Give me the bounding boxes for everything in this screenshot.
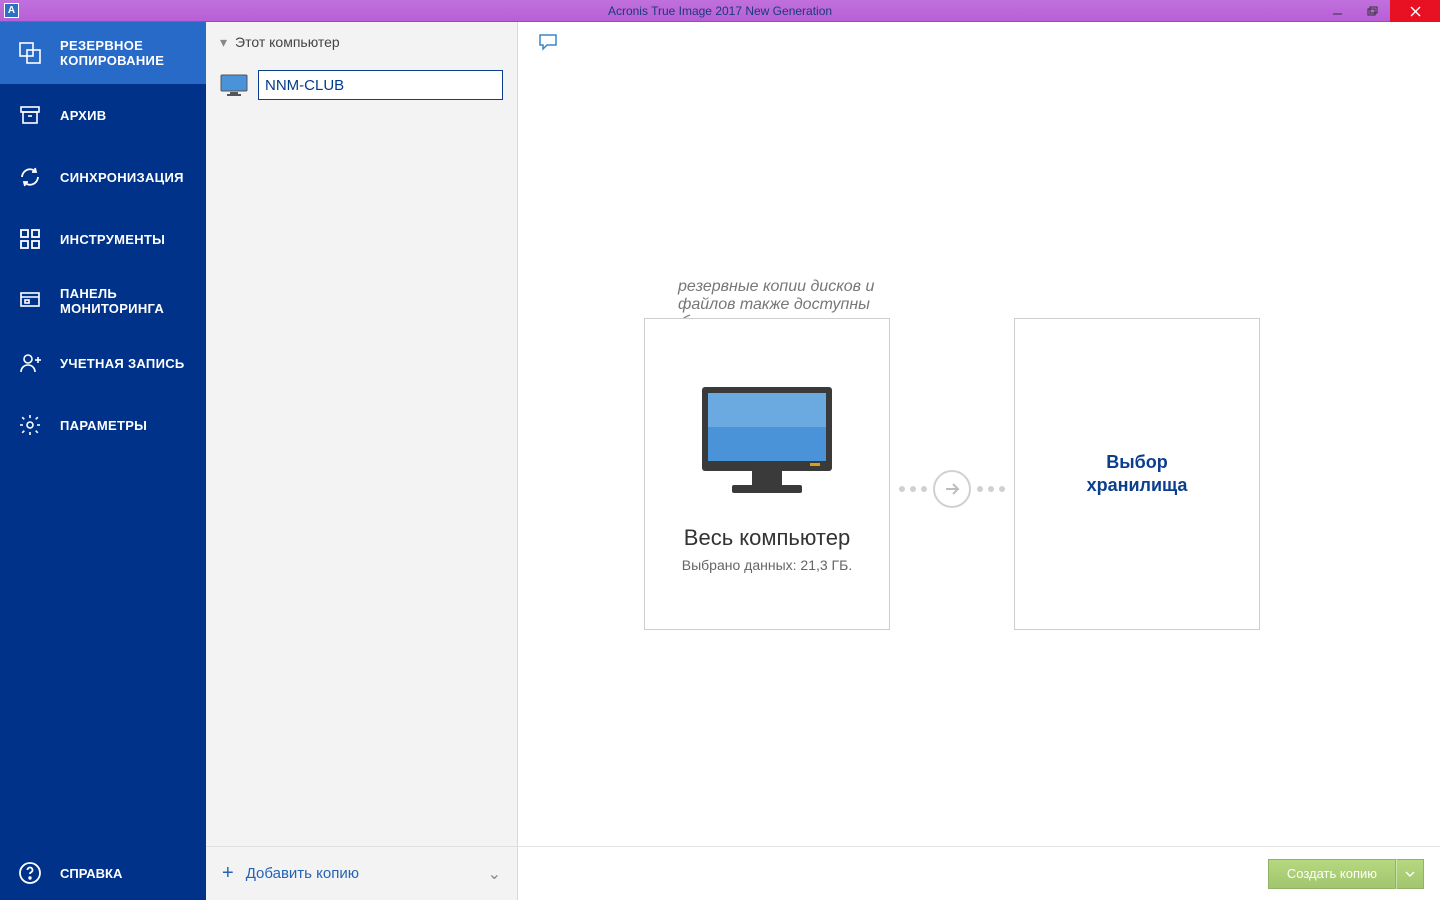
- backup-icon: [18, 41, 42, 65]
- main-footer: Создать копию: [518, 846, 1440, 900]
- main-toolbar: [518, 22, 1440, 62]
- computer-icon: [220, 74, 248, 96]
- chevron-down-icon: ▾: [220, 34, 227, 51]
- window-title: Acronis True Image 2017 New Generation: [0, 4, 1440, 18]
- destination-label: Выборхранилища: [1087, 451, 1188, 498]
- nav-label: ПАНЕЛЬМОНИТОРИНГА: [60, 286, 164, 316]
- backup-list-item[interactable]: [206, 62, 517, 108]
- nav-label: ИНСТРУМЕНТЫ: [60, 232, 165, 247]
- nav-item-sync[interactable]: СИНХРОНИЗАЦИЯ: [0, 146, 206, 208]
- nav-item-archive[interactable]: АРХИВ: [0, 84, 206, 146]
- backup-list-panel: ▾ Этот компьютер + Добавить копию ⌄: [206, 22, 518, 900]
- list-header[interactable]: ▾ Этот компьютер: [206, 22, 517, 62]
- nav-item-dashboard[interactable]: ПАНЕЛЬМОНИТОРИНГА: [0, 270, 206, 332]
- minimize-button[interactable]: [1320, 0, 1355, 22]
- create-backup-dropdown[interactable]: [1396, 859, 1424, 889]
- backup-name-input[interactable]: [258, 70, 503, 100]
- account-icon: [18, 351, 42, 375]
- nav-item-settings[interactable]: ПАРАМЕТРЫ: [0, 394, 206, 456]
- nav-label: УЧЕТНАЯ ЗАПИСЬ: [60, 356, 185, 371]
- computer-illustration-icon: [692, 381, 842, 501]
- help-icon: [18, 861, 42, 885]
- archive-icon: [18, 103, 42, 127]
- nav-label: ПАРАМЕТРЫ: [60, 418, 147, 433]
- nav-help-label: СПРАВКА: [60, 866, 122, 881]
- nav-item-tools[interactable]: ИНСТРУМЕНТЫ: [0, 208, 206, 270]
- nav-label: АРХИВ: [60, 108, 106, 123]
- dashboard-icon: [18, 289, 42, 313]
- list-header-label: Этот компьютер: [235, 34, 340, 50]
- nav-item-account[interactable]: УЧЕТНАЯ ЗАПИСЬ: [0, 332, 206, 394]
- tools-icon: [18, 227, 42, 251]
- create-backup-button[interactable]: Создать копию: [1268, 859, 1396, 889]
- sidebar-nav: РЕЗЕРВНОЕКОПИРОВАНИЕ АРХИВ СИНХРОНИЗАЦИЯ…: [0, 22, 206, 900]
- maximize-button[interactable]: [1355, 0, 1390, 22]
- add-backup-button[interactable]: + Добавить копию ⌄: [206, 846, 517, 900]
- chevron-down-icon[interactable]: ⌄: [488, 864, 501, 884]
- hint-text: резервные копии дисков ифайлов также дос…: [678, 278, 874, 315]
- comment-icon[interactable]: [538, 33, 556, 51]
- nav-label: СИНХРОНИЗАЦИЯ: [60, 170, 184, 185]
- titlebar: A Acronis True Image 2017 New Generation: [0, 0, 1440, 22]
- source-subtitle: Выбрано данных: 21,3 ГБ.: [682, 557, 852, 573]
- backup-stage: резервные копии дисков ифайлов также дос…: [518, 62, 1440, 846]
- plus-icon: +: [222, 862, 234, 885]
- add-backup-label: Добавить копию: [246, 865, 476, 882]
- nav-item-help[interactable]: СПРАВКА: [0, 846, 206, 900]
- settings-icon: [18, 413, 42, 437]
- arrow-right-icon: [933, 470, 971, 508]
- nav-label: РЕЗЕРВНОЕКОПИРОВАНИЕ: [60, 38, 164, 68]
- destination-card[interactable]: Выборхранилища: [1014, 318, 1260, 630]
- source-card[interactable]: Весь компьютер Выбрано данных: 21,3 ГБ.: [644, 318, 890, 630]
- source-title: Весь компьютер: [684, 525, 850, 551]
- sync-icon: [18, 165, 42, 189]
- main-panel: резервные копии дисков ифайлов также дос…: [518, 22, 1440, 900]
- flow-arrow: [899, 467, 1005, 511]
- close-button[interactable]: [1390, 0, 1440, 22]
- window-controls: [1320, 0, 1440, 22]
- nav-item-backup[interactable]: РЕЗЕРВНОЕКОПИРОВАНИЕ: [0, 22, 206, 84]
